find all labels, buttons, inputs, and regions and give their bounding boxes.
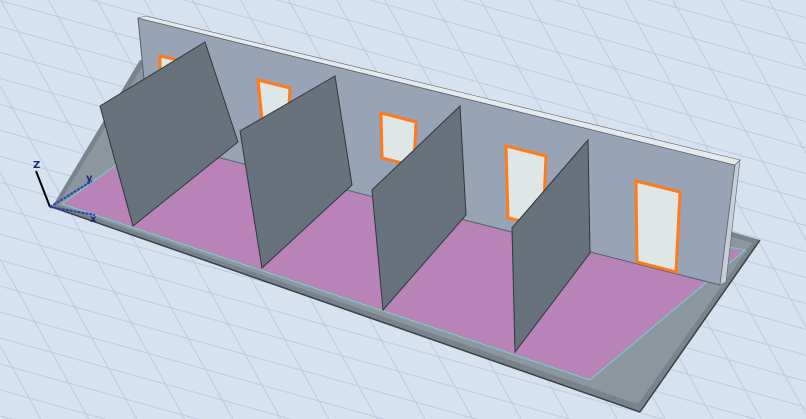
- z-axis-label: Z: [33, 160, 40, 171]
- 3d-scene[interactable]: Z y x: [0, 0, 806, 419]
- x-axis-label: x: [90, 214, 97, 225]
- y-axis-label: y: [86, 173, 93, 184]
- door[interactable]: [634, 179, 682, 274]
- 3d-viewport[interactable]: Z y x: [0, 0, 806, 419]
